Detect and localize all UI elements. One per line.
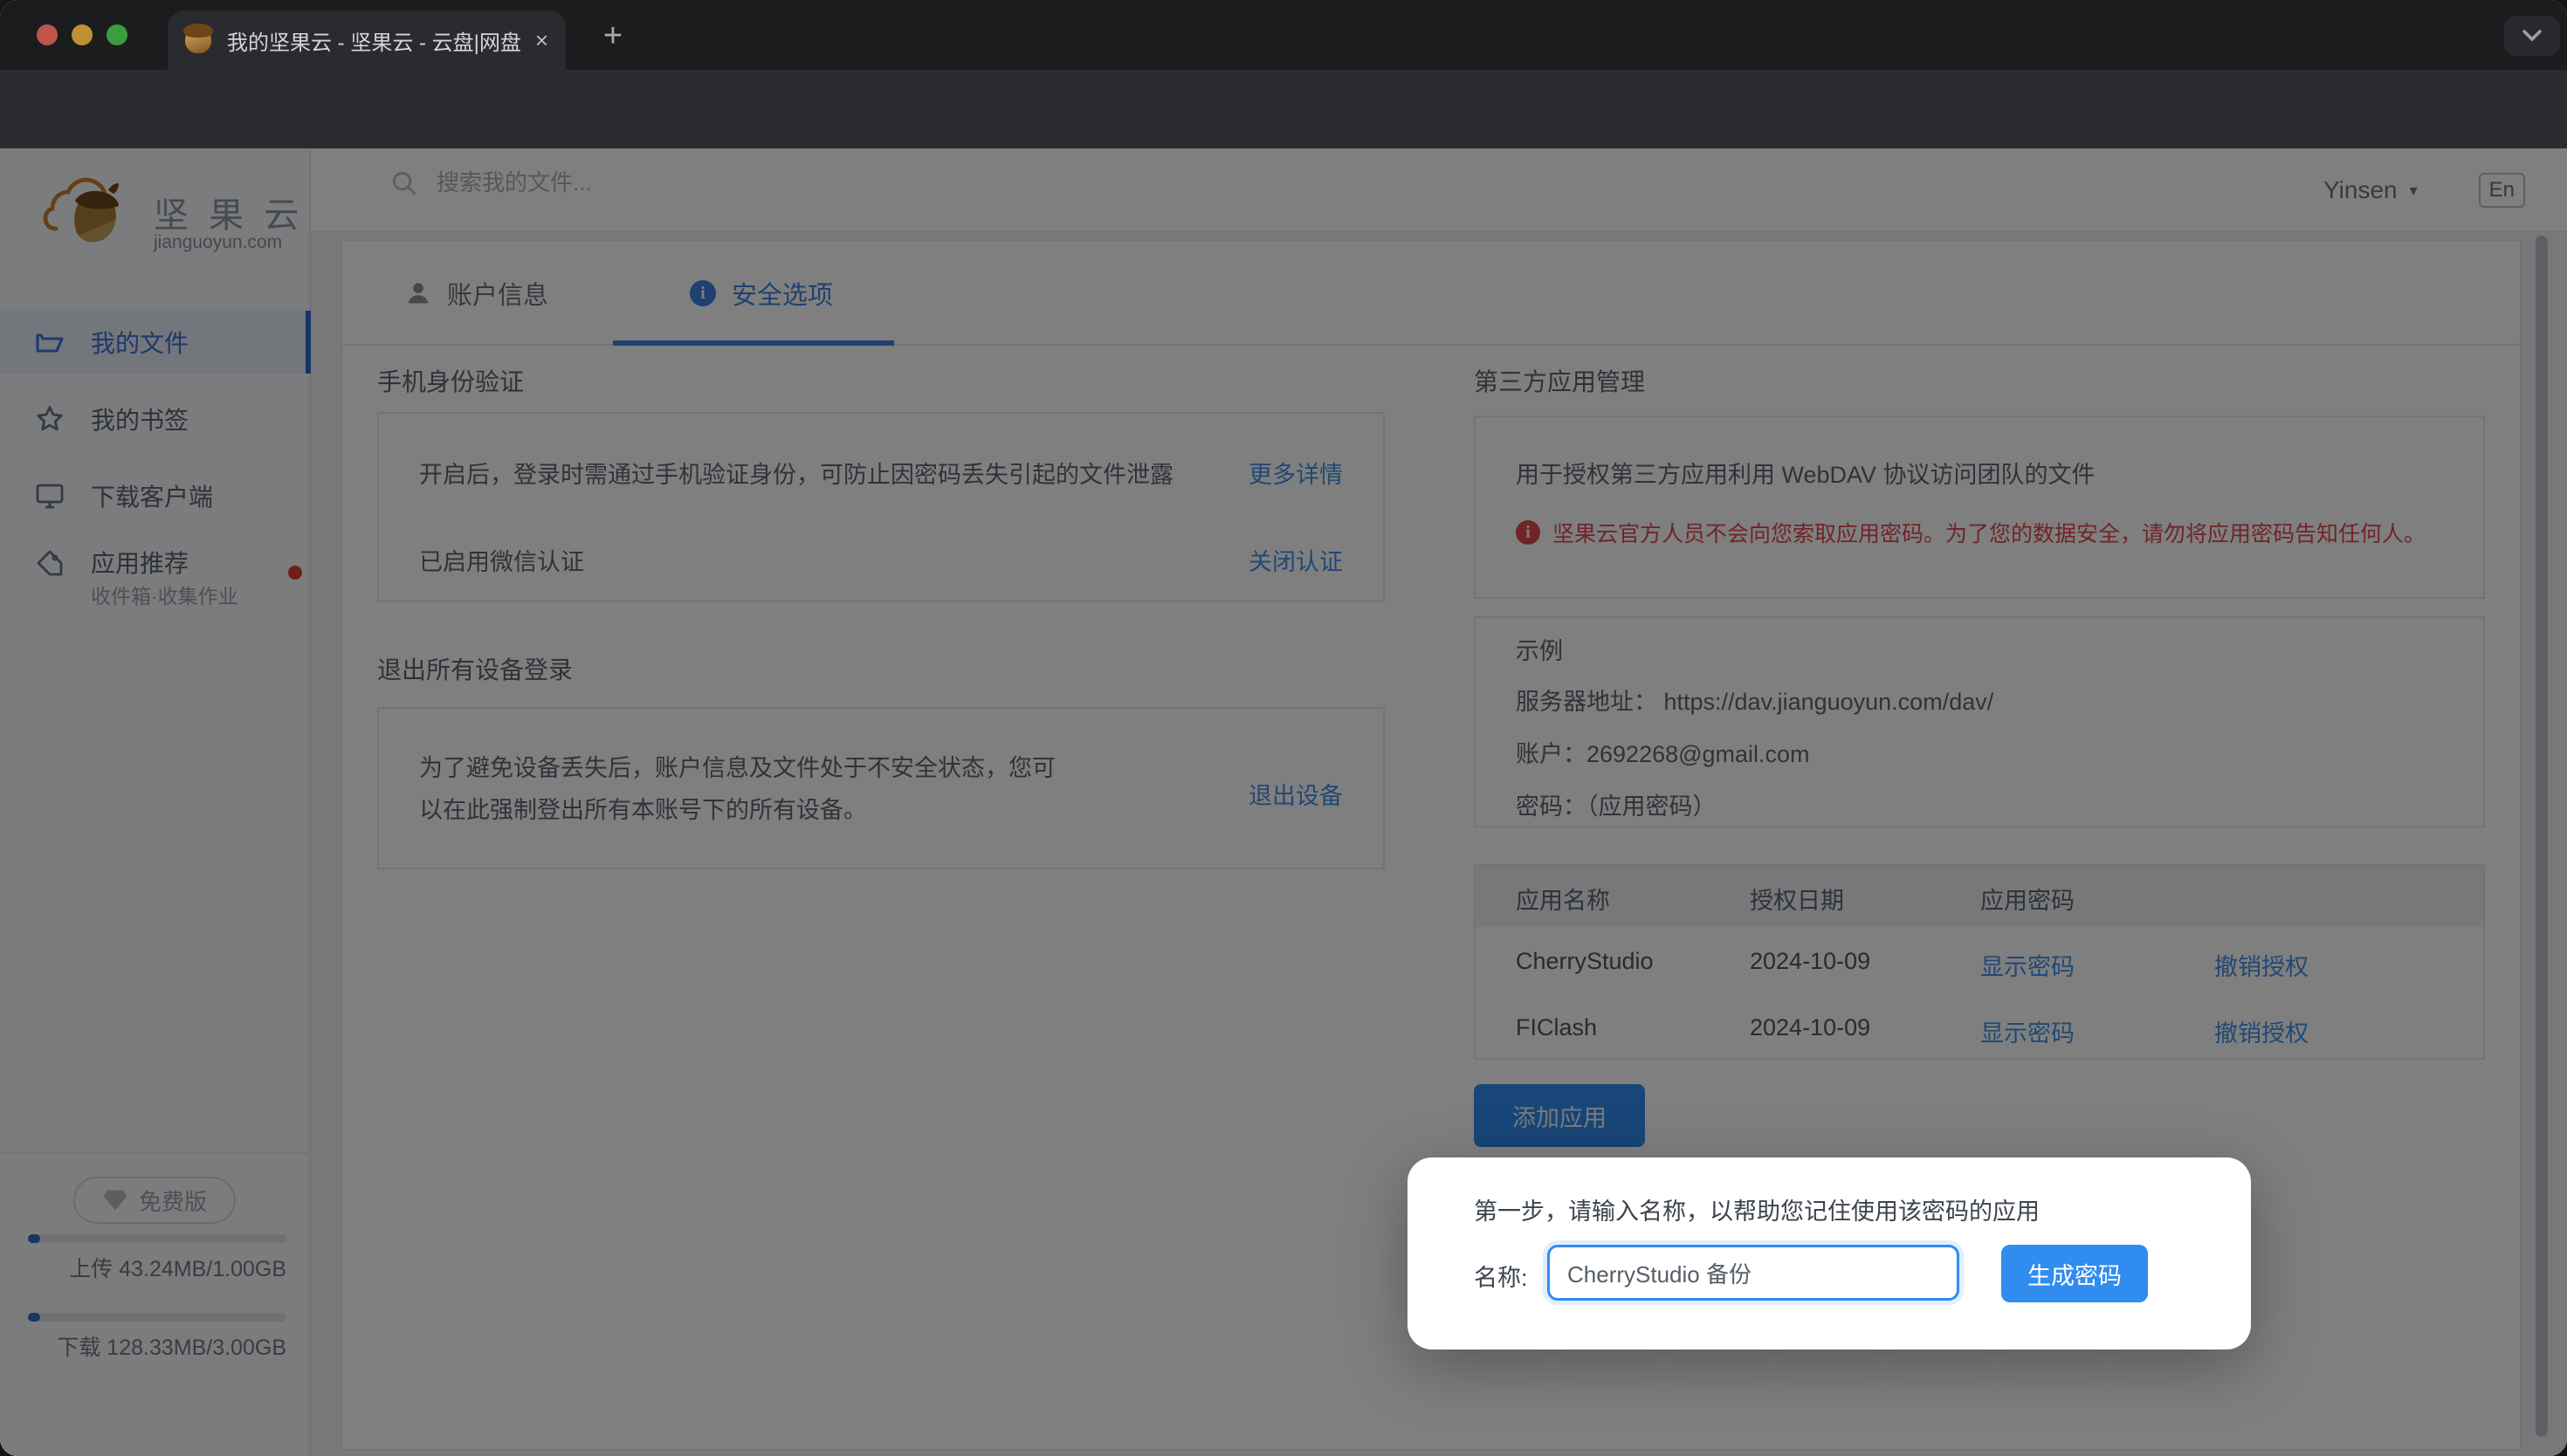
page-scrollbar-thumb[interactable] bbox=[2536, 236, 2548, 1437]
zoom-window-button[interactable] bbox=[107, 24, 127, 45]
minimize-window-button[interactable] bbox=[72, 24, 93, 45]
browser-tab[interactable]: 我的坚果云 - 坚果云 - 云盘|网盘 × bbox=[168, 10, 566, 70]
tab-search-chevron-icon[interactable] bbox=[2504, 16, 2560, 56]
app-name-input[interactable] bbox=[1547, 1245, 1959, 1301]
page-viewport: 坚 果 云 jianguoyun.com 我的文件 我的书签 下载客户端 应用推… bbox=[0, 148, 2567, 1456]
close-window-button[interactable] bbox=[37, 24, 58, 45]
name-label: 名称: bbox=[1474, 1259, 1528, 1293]
generate-password-dialog: 第一步，请输入名称，以帮助您记住使用该密码的应用 名称: 生成密码 bbox=[1407, 1157, 2251, 1350]
browser-tab-strip: 我的坚果云 - 坚果云 - 云盘|网盘 × + bbox=[0, 0, 2567, 70]
generate-password-button[interactable]: 生成密码 bbox=[2001, 1245, 2148, 1302]
site-favicon-acorn-icon bbox=[185, 27, 211, 53]
dialog-step-text: 第一步，请输入名称，以帮助您记住使用该密码的应用 bbox=[1474, 1192, 2040, 1226]
browser-window: 我的坚果云 - 坚果云 - 云盘|网盘 × + jianguoyun.com/#… bbox=[0, 0, 2567, 1456]
browser-toolbar: jianguoyun.com/#/safety ☆ N 文A 米 ⋮ bbox=[0, 70, 2567, 148]
close-tab-icon[interactable]: × bbox=[535, 27, 548, 54]
new-tab-button[interactable]: + bbox=[590, 14, 636, 59]
tab-title: 我的坚果云 - 坚果云 - 云盘|网盘 bbox=[227, 25, 525, 56]
